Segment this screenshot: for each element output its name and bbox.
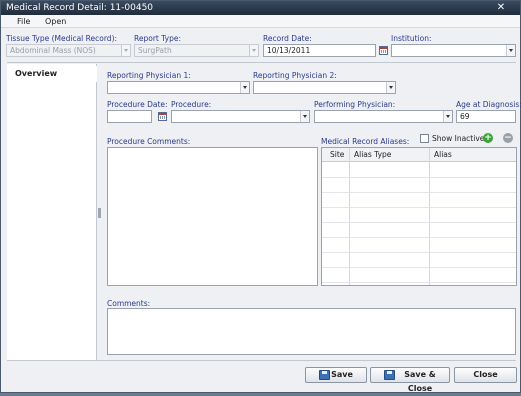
aliases-grid: Site Alias Type Alias xyxy=(321,147,517,286)
close-icon[interactable]: ✕ xyxy=(496,1,506,15)
institution-select[interactable] xyxy=(391,44,516,57)
tissue-type-label: Tissue Type (Medical Record): xyxy=(6,34,118,43)
performing-physician-select[interactable] xyxy=(314,110,453,123)
report-type-label: Report Type: xyxy=(134,34,181,43)
table-row xyxy=(322,207,516,208)
procedure-comments-textarea[interactable] xyxy=(107,147,318,286)
reporting-physician-2-select[interactable] xyxy=(253,81,396,94)
tissue-type-value: Abdominal Mass (NOS) xyxy=(10,46,96,55)
procedure-comments-label: Procedure Comments: xyxy=(107,137,191,146)
chevron-down-icon xyxy=(240,82,249,93)
tab-overview[interactable]: Overview xyxy=(7,66,97,82)
grid-column-divider xyxy=(349,148,350,285)
report-type-select[interactable]: SurgPath xyxy=(134,44,259,57)
chevron-down-icon xyxy=(300,111,309,122)
medical-record-detail-window: Medical Record Detail: 11-00450 ✕ File O… xyxy=(0,0,521,393)
splitter-handle[interactable] xyxy=(98,208,101,218)
medical-record-aliases-label: Medical Record Aliases: xyxy=(321,137,410,146)
close-button[interactable]: Close xyxy=(454,367,517,383)
tab-overview-label: Overview xyxy=(15,69,58,78)
calendar-icon[interactable] xyxy=(379,46,388,55)
procedure-date-label: Procedure Date: xyxy=(107,100,168,109)
add-icon[interactable]: + xyxy=(483,133,493,143)
chevron-down-icon xyxy=(386,82,395,93)
window-title: Medical Record Detail: 11-00450 xyxy=(6,3,154,13)
chevron-down-icon xyxy=(249,45,258,56)
record-date-label: Record Date: xyxy=(263,34,312,43)
comments-label: Comments: xyxy=(107,299,151,308)
table-row xyxy=(322,267,516,268)
chevron-down-icon xyxy=(443,111,452,122)
performing-physician-label: Performing Physician: xyxy=(314,100,396,109)
chevron-down-icon xyxy=(506,45,515,56)
show-inactive-label: Show Inactive xyxy=(432,134,485,143)
reporting-physician-1-select[interactable] xyxy=(107,81,250,94)
remove-icon[interactable]: − xyxy=(503,133,513,143)
footer-divider xyxy=(7,360,516,361)
column-header-site[interactable]: Site xyxy=(326,148,344,162)
save-button[interactable]: Save xyxy=(305,367,367,383)
save-close-button-label: Save & Close xyxy=(404,370,436,393)
reporting-physician-1-label: Reporting Physician 1: xyxy=(107,71,191,80)
header-divider xyxy=(7,62,516,63)
menu-open[interactable]: Open xyxy=(45,16,66,27)
aliases-grid-header: Site Alias Type Alias xyxy=(322,148,516,162)
record-date-input[interactable]: 10/13/2011 xyxy=(263,44,376,57)
sidebar: Overview xyxy=(7,64,97,360)
table-row xyxy=(322,222,516,223)
report-type-value: SurgPath xyxy=(138,46,172,55)
chevron-down-icon xyxy=(121,45,130,56)
show-inactive-checkbox[interactable] xyxy=(420,134,429,143)
column-header-alias-type[interactable]: Alias Type xyxy=(350,148,391,162)
reporting-physician-2-label: Reporting Physician 2: xyxy=(253,71,337,80)
procedure-select[interactable] xyxy=(171,110,310,123)
column-header-alias[interactable]: Alias xyxy=(430,148,452,162)
save-close-button[interactable]: Save & Close xyxy=(370,367,450,393)
calendar-icon[interactable] xyxy=(158,112,167,121)
grid-column-divider xyxy=(429,148,430,285)
age-at-diagnosis-label: Age at Diagnosis: xyxy=(456,100,521,109)
age-at-diagnosis-input[interactable]: 69 xyxy=(456,110,516,123)
comments-textarea[interactable] xyxy=(107,308,516,355)
table-row xyxy=(322,237,516,238)
tissue-type-select[interactable]: Abdominal Mass (NOS) xyxy=(6,44,131,57)
menu-file[interactable]: File xyxy=(17,16,30,27)
age-at-diagnosis-value: 69 xyxy=(460,112,470,121)
save-button-label: Save xyxy=(331,370,353,379)
table-row xyxy=(322,282,516,283)
menu-bar: File Open xyxy=(1,15,520,28)
table-row xyxy=(322,177,516,178)
title-bar: Medical Record Detail: 11-00450 ✕ xyxy=(1,1,520,15)
record-date-value: 10/13/2011 xyxy=(267,46,311,55)
procedure-date-input[interactable] xyxy=(107,110,152,123)
procedure-label: Procedure: xyxy=(171,100,212,109)
institution-label: Institution: xyxy=(391,34,432,43)
close-button-label: Close xyxy=(473,370,498,379)
table-row xyxy=(322,252,516,253)
table-row xyxy=(322,192,516,193)
